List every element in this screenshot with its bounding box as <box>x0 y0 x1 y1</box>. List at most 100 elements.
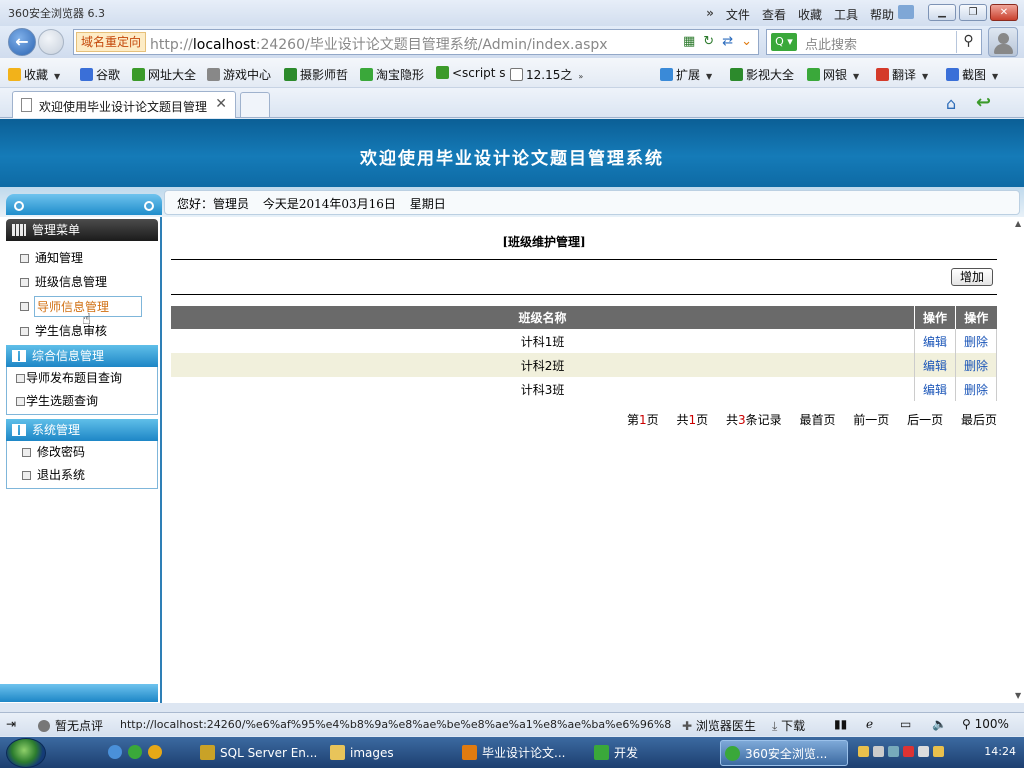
menu-tools[interactable]: 工具 <box>834 6 858 23</box>
url-dropdown-icon[interactable]: ⌄ <box>741 34 752 49</box>
search-icon[interactable]: ⚲ <box>956 31 980 53</box>
class-name-cell: 计科1班 <box>171 329 916 353</box>
scroll-down-icon[interactable]: ▼ <box>1015 691 1021 700</box>
security-icon[interactable] <box>903 746 914 757</box>
arrow-icon[interactable] <box>873 746 884 757</box>
taskbar-item-sqlserver[interactable]: SQL Server En... <box>196 740 320 766</box>
sqlserver-icon <box>200 745 215 760</box>
sidebar-item-class-info[interactable]: 班级信息管理 <box>20 273 107 290</box>
scroll-up-icon[interactable]: ▲ <box>1015 219 1021 228</box>
close-window-button[interactable]: ✕ <box>990 4 1018 21</box>
undo-close-icon[interactable]: ↩ <box>976 92 991 113</box>
skin-icon[interactable] <box>898 5 914 19</box>
fav-item[interactable]: <script s <box>436 66 506 80</box>
chevron-right-icon[interactable]: » <box>578 72 583 81</box>
last-page-link[interactable]: 最后页 <box>961 413 997 427</box>
taskbar-item-images[interactable]: images <box>326 740 450 766</box>
exit-icon[interactable]: ⇥ <box>6 717 16 731</box>
minimize-button[interactable]: ▁ <box>928 4 956 21</box>
page-scrollbar[interactable]: ▲ ▼ <box>1014 217 1024 703</box>
maximize-button[interactable]: ❐ <box>959 4 987 21</box>
download-button[interactable]: ⤓ 下载 <box>772 717 805 734</box>
menu-favorites[interactable]: 收藏 <box>798 6 822 23</box>
keyboard-icon[interactable] <box>858 746 869 757</box>
tool-extensions[interactable]: 扩展 ▼ <box>660 66 712 83</box>
search-box[interactable]: Q ▾ 点此搜索 ⚲ <box>766 29 982 55</box>
fav-item[interactable]: 收藏 ▼ <box>8 66 60 83</box>
add-button[interactable]: 增加 <box>951 268 993 286</box>
section-title-general-info[interactable]: 综合信息管理 <box>6 345 158 367</box>
back-button[interactable]: ← <box>8 28 36 56</box>
table-header-row: 班级名称 操作 操作 <box>171 306 997 329</box>
tool-translate[interactable]: 翻译 ▼ <box>876 66 928 83</box>
new-tab-button[interactable] <box>240 92 270 117</box>
fav-item[interactable]: 淘宝隐形 <box>360 66 424 83</box>
qrcode-icon[interactable]: ▦ <box>683 34 695 49</box>
browser360-icon[interactable] <box>128 745 142 759</box>
window-icon[interactable]: ▭ <box>900 717 911 731</box>
prev-page-link[interactable]: 前一页 <box>853 413 889 427</box>
next-page-link[interactable]: 后一页 <box>907 413 943 427</box>
rating[interactable]: 暂无点评 <box>38 717 103 734</box>
start-button[interactable] <box>6 738 46 768</box>
fav-item[interactable]: 谷歌 <box>80 66 120 83</box>
fav-item[interactable]: 摄影师哲 <box>284 66 348 83</box>
sound-icon[interactable]: 🔈 <box>932 717 947 731</box>
search-engine-icon[interactable]: Q ▾ <box>771 33 797 51</box>
tab-title[interactable]: 欢迎使用毕业设计论文题目管理 <box>39 98 211 115</box>
delete-link[interactable]: 删除 <box>955 329 997 353</box>
taskbar-item-visualstudio[interactable]: 毕业设计论文... <box>458 740 582 766</box>
tool-video[interactable]: 影视大全 <box>730 66 794 83</box>
sidebar-item-logout[interactable]: 退出系统 <box>22 466 85 483</box>
browser-tab[interactable]: 欢迎使用毕业设计论文题目管理 ✕ <box>12 91 236 118</box>
browser-doctor[interactable]: ✚ 浏览器医生 <box>682 717 756 734</box>
compat-mode-icon[interactable]: ⇄ <box>722 34 733 49</box>
fav-item[interactable]: 12.15之» <box>510 66 583 83</box>
sidebar-item-notice[interactable]: 通知管理 <box>20 249 83 266</box>
money-icon <box>807 68 820 81</box>
tool-screenshot[interactable]: 截图 ▼ <box>946 66 998 83</box>
search-placeholder[interactable]: 点此搜索 <box>805 34 857 53</box>
delete-link[interactable]: 删除 <box>955 377 997 401</box>
flag-icon[interactable] <box>933 746 944 757</box>
url-input[interactable]: 域名重定向 http://localhost:24260/毕业设计论文题目管理系… <box>73 29 759 55</box>
fav-item[interactable]: 网址大全 <box>132 66 196 83</box>
menu-file[interactable]: 文件 <box>726 6 750 23</box>
sidebar-item-selection-query[interactable]: 学生选题查询 <box>16 392 98 409</box>
tool-bank[interactable]: 网银 ▼ <box>807 66 859 83</box>
menu-help[interactable]: 帮助 <box>870 6 894 23</box>
section-title-admin-menu[interactable]: 管理菜单 <box>6 219 158 241</box>
ie-icon[interactable] <box>108 745 122 759</box>
app-icon[interactable] <box>148 745 162 759</box>
sidebar-item-change-password[interactable]: 修改密码 <box>22 443 85 460</box>
menu-overflow-icon[interactable]: » <box>706 6 714 23</box>
url-text[interactable]: http://localhost:24260/毕业设计论文题目管理系统/Admi… <box>150 34 608 54</box>
redirect-badge[interactable]: 域名重定向 <box>76 32 147 52</box>
sidebar-item-topic-query[interactable]: 导师发布题目查询 <box>16 369 122 386</box>
columns-icon <box>12 424 26 436</box>
first-page-link[interactable]: 最首页 <box>799 413 835 427</box>
close-tab-icon[interactable]: ✕ <box>215 96 227 112</box>
volume-icon[interactable] <box>918 746 929 757</box>
taskbar-item-dev[interactable]: 开发 <box>590 740 714 766</box>
forward-button[interactable] <box>38 29 64 55</box>
table-row: 计科3班 编辑 删除 <box>171 377 997 401</box>
fav-item[interactable]: 游戏中心 <box>207 66 271 83</box>
ie-mode-icon[interactable]: ℯ <box>866 717 873 731</box>
mouse-gesture-icon[interactable]: ▮▮ <box>834 717 847 731</box>
network-icon[interactable] <box>888 746 899 757</box>
home-icon[interactable]: ⌂ <box>946 94 956 113</box>
section-title-system[interactable]: 系统管理 <box>6 419 158 441</box>
user-avatar-icon[interactable] <box>988 27 1018 57</box>
refresh-icon[interactable]: ↻ <box>703 34 714 49</box>
sidebar-item-student-review[interactable]: 学生信息审核 <box>20 322 107 339</box>
delete-link[interactable]: 删除 <box>955 353 997 377</box>
edit-link[interactable]: 编辑 <box>914 377 956 401</box>
menu-view[interactable]: 查看 <box>762 6 786 23</box>
edit-link[interactable]: 编辑 <box>914 329 956 353</box>
edit-link[interactable]: 编辑 <box>914 353 956 377</box>
zoom-control[interactable]: ⚲ 100% <box>962 717 1009 731</box>
taskbar-item-360browser[interactable]: 360安全浏览... <box>720 740 848 766</box>
system-tray: 14:24 <box>854 737 1024 768</box>
clock[interactable]: 14:24 <box>984 745 1016 758</box>
